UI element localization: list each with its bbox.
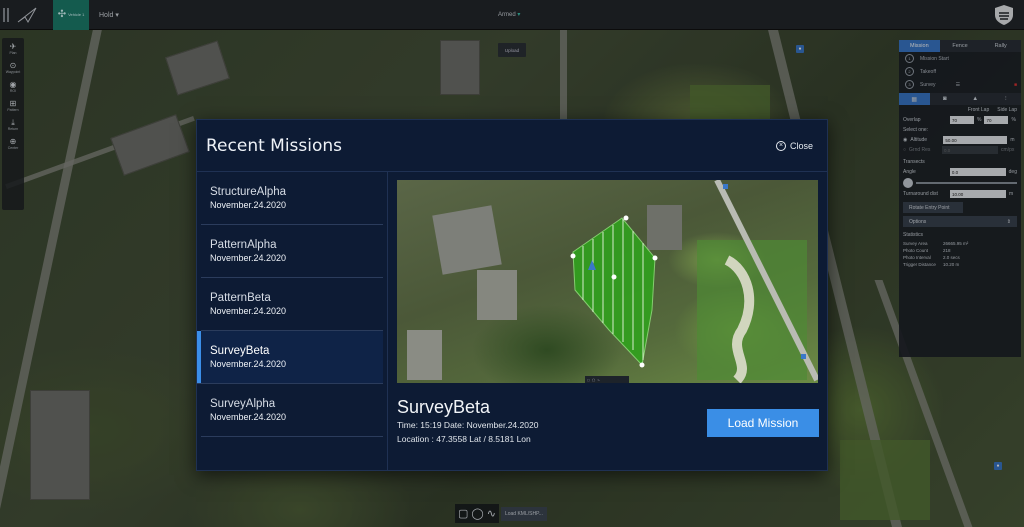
dialog-title: Recent Missions [206,135,343,156]
mission-date: November.24.2020 [210,359,287,369]
mission-detail: ▢ ◯ ∿ SurveyBeta Time: 15:19 Date: Novembe… [388,172,827,470]
circle-draw-icon: ◯ [591,377,596,382]
mission-date: November.24.2020 [210,306,287,316]
close-button[interactable]: × Close [775,140,813,151]
mission-list-item[interactable]: SurveyAlpha November.24.2020 [201,384,383,437]
mission-name: SurveyAlpha [210,398,276,410]
mission-preview-map: ▢ ◯ ∿ [397,180,818,383]
mission-list-item[interactable]: PatternBeta November.24.2020 [201,278,383,331]
preview-draw-toolbar: ▢ ◯ ∿ [585,376,629,383]
recent-missions-dialog: Recent Missions × Close StructureAlpha N… [196,119,828,471]
mission-date: November.24.2020 [210,200,287,210]
app-window: ✣ Vehicle 1 Hold ▾ Armed ▾ ✈ Plan ⊙ Waypoi… [0,0,1024,527]
mission-name: PatternBeta [210,292,271,304]
load-mission-button[interactable]: Load Mission [707,409,819,437]
mission-name: StructureAlpha [210,186,287,198]
mission-list: StructureAlpha November.24.2020 PatternA… [197,172,388,470]
polygon-draw-icon: ▢ [587,377,590,382]
dialog-body: StructureAlpha November.24.2020 PatternA… [197,172,827,470]
mission-list-item[interactable]: StructureAlpha November.24.2020 [201,172,383,225]
mission-list-item[interactable]: PatternAlpha November.24.2020 [201,225,383,278]
trace-icon: ∿ [597,377,600,382]
close-label: Close [789,140,813,151]
mission-date: November.24.2020 [210,412,287,422]
mission-name: SurveyBeta [210,345,270,357]
dialog-header: Recent Missions × Close [197,120,827,172]
mission-date: November.24.2020 [210,253,287,263]
mission-list-item-selected[interactable]: SurveyBeta November.24.2020 [197,331,383,384]
mission-name: PatternAlpha [210,239,277,251]
close-icon: × [775,140,786,151]
